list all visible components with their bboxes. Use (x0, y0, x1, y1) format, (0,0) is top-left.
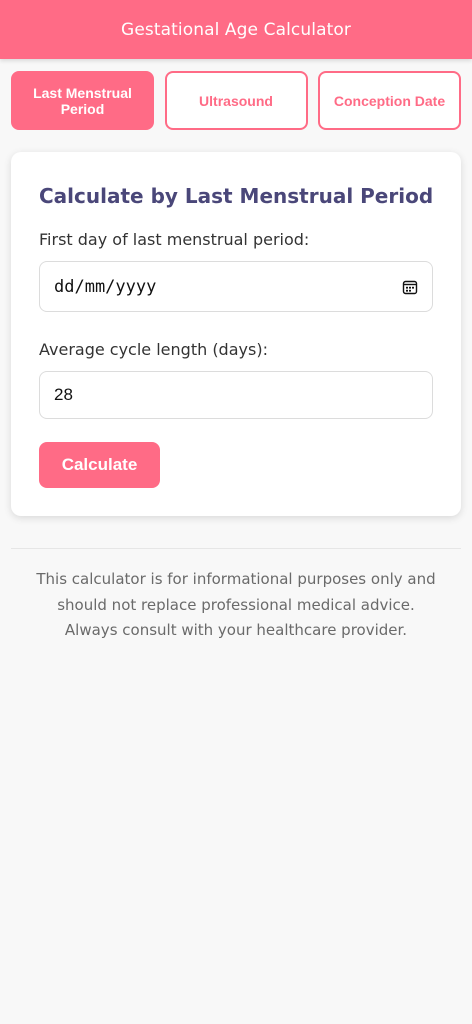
method-tabs: Last Menstrual Period Ultrasound Concept… (11, 71, 461, 130)
app-header: Gestational Age Calculator (0, 0, 472, 59)
calculate-button[interactable]: Calculate (39, 442, 160, 488)
lmp-date-input[interactable]: dd/mm/yyyy (39, 261, 433, 312)
cycle-length-value: 28 (54, 385, 73, 404)
calendar-icon[interactable] (402, 279, 418, 295)
app-title: Gestational Age Calculator (121, 19, 351, 40)
tab-ultrasound[interactable]: Ultrasound (164, 71, 308, 130)
tab-last-menstrual-period[interactable]: Last Menstrual Period (11, 71, 154, 130)
calculator-card: Calculate by Last Menstrual Period First… (11, 152, 461, 516)
cycle-length-input[interactable]: 28 (39, 371, 433, 419)
footer-divider (11, 548, 461, 549)
disclaimer-text: This calculator is for informational pur… (36, 570, 436, 639)
lmp-date-placeholder: dd/mm/yyyy (54, 276, 157, 297)
tab-conception-date[interactable]: Conception Date (318, 71, 461, 130)
lmp-label: First day of last menstrual period: (39, 230, 310, 249)
cycle-length-label: Average cycle length (days): (39, 340, 268, 359)
form-title: Calculate by Last Menstrual Period (39, 184, 434, 208)
